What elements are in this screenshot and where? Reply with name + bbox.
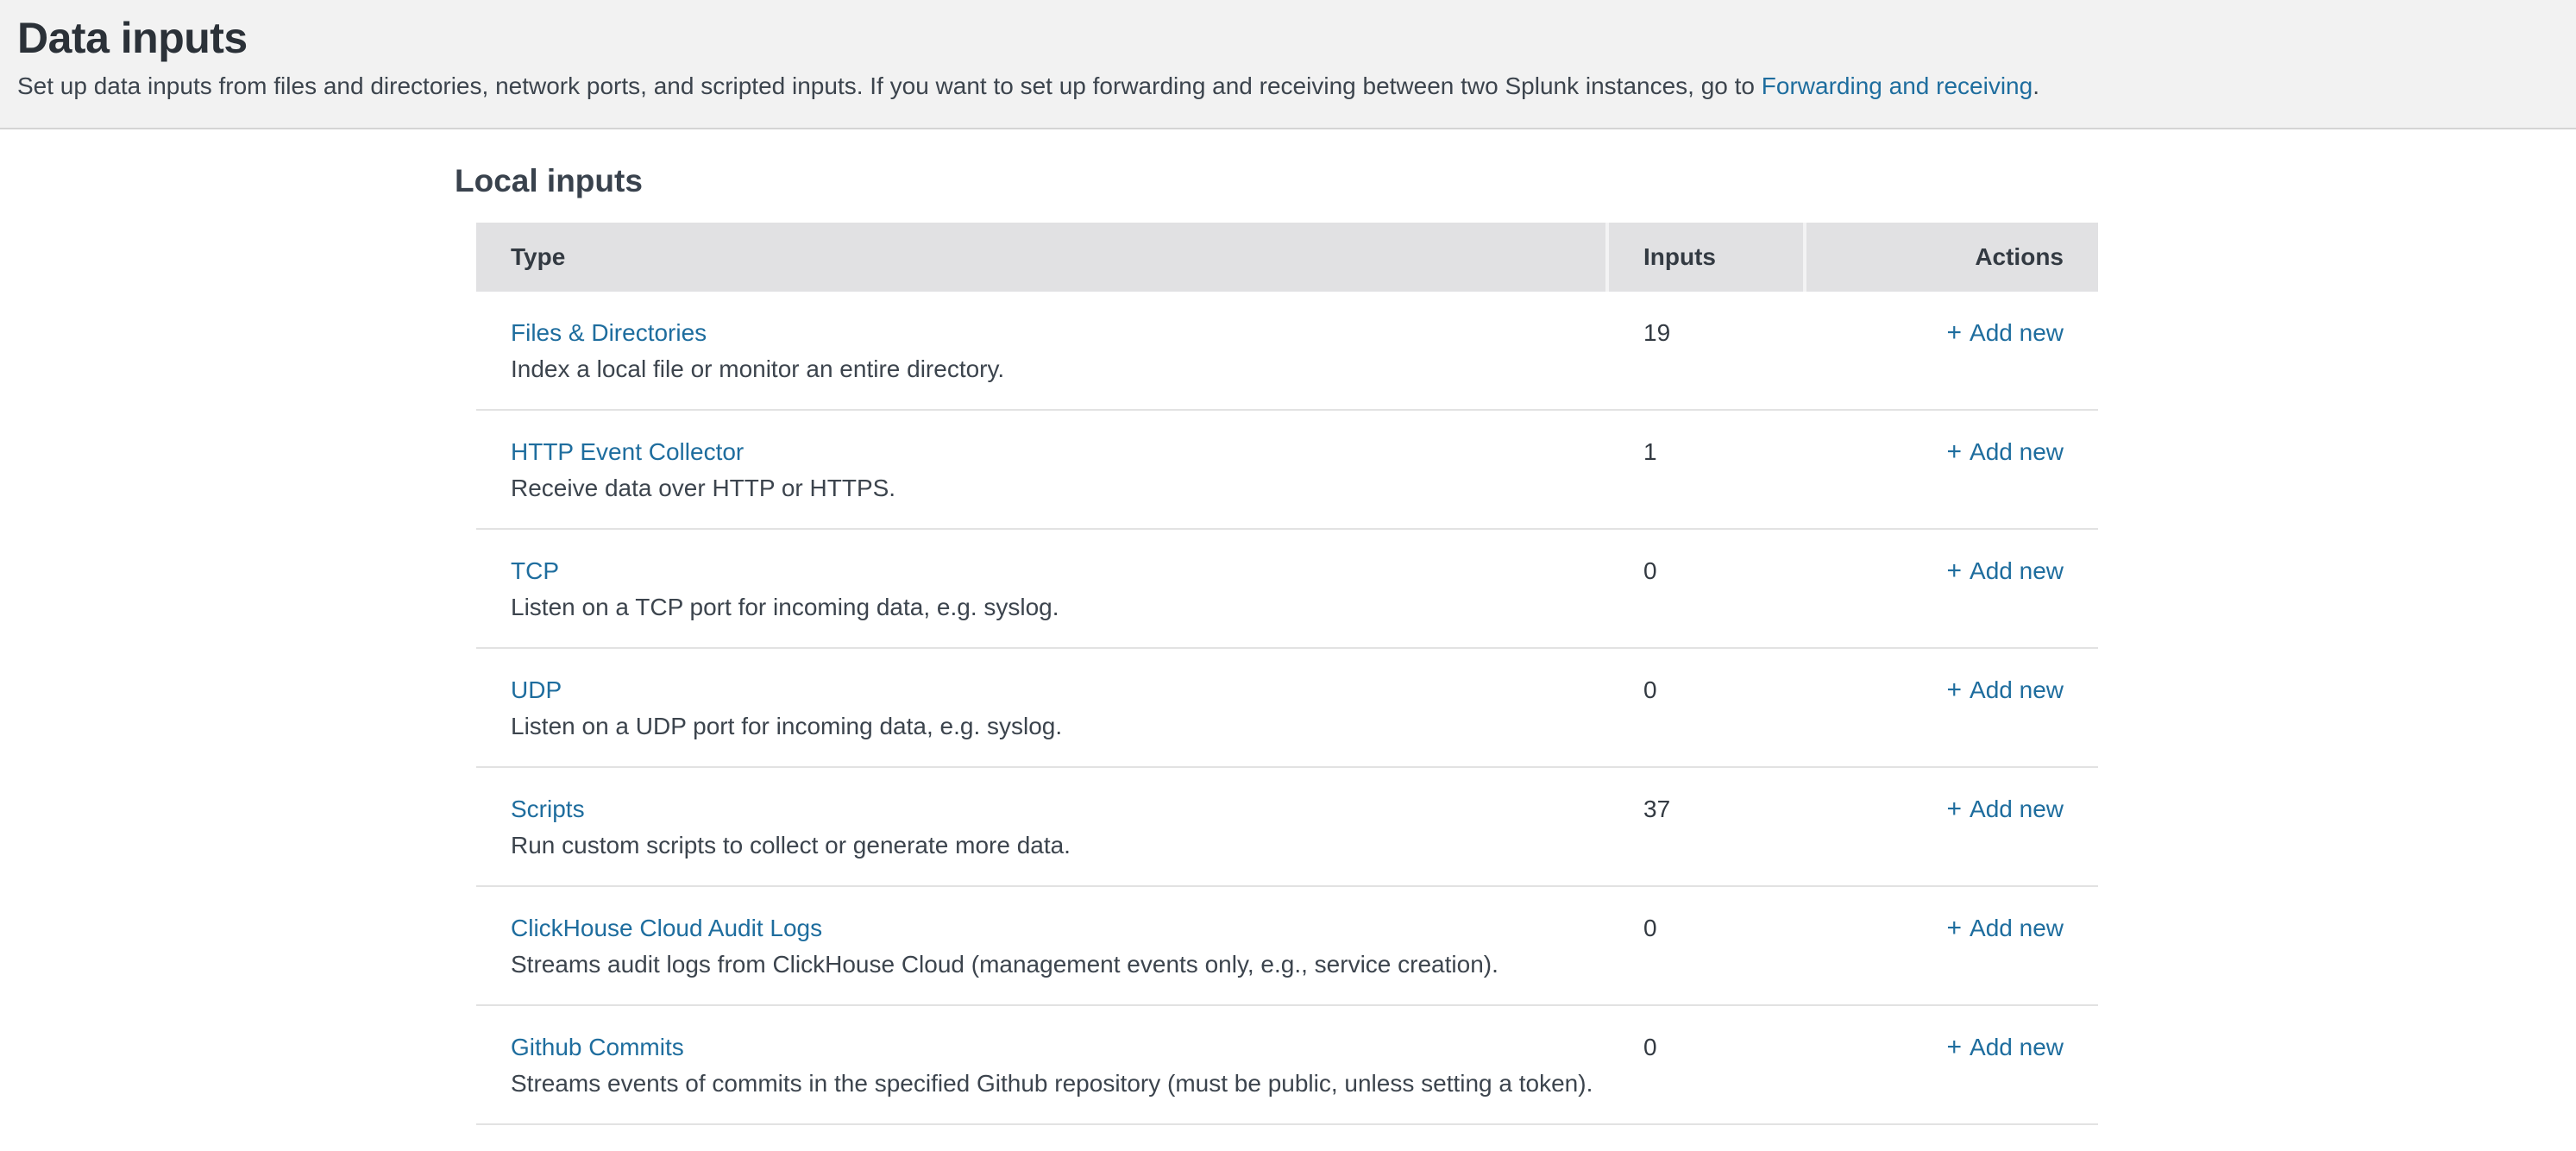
add-new-label: Add new — [1970, 915, 2064, 941]
table-row-partial — [476, 1125, 2098, 1151]
table-row: TCP Listen on a TCP port for incoming da… — [476, 530, 2098, 649]
inputs-count: 0 — [1643, 1034, 1657, 1060]
input-type-link[interactable]: ClickHouse Cloud Audit Logs — [511, 915, 822, 941]
type-cell: Github Commits Streams events of commits… — [476, 1033, 1609, 1098]
inputs-cell: 19 — [1609, 318, 1806, 384]
add-new-button[interactable]: + Add new — [1947, 319, 2064, 346]
forwarding-and-receiving-link[interactable]: Forwarding and receiving — [1762, 72, 2033, 99]
plus-icon: + — [1947, 318, 1963, 348]
add-new-button[interactable]: + Add new — [1947, 557, 2064, 584]
section-title: Local inputs — [455, 162, 2576, 200]
input-type-description: Run custom scripts to collect or generat… — [511, 831, 1609, 860]
add-new-button[interactable]: + Add new — [1947, 796, 2064, 822]
inputs-cell: 0 — [1609, 1033, 1806, 1098]
input-type-description: Listen on a UDP port for incoming data, … — [511, 712, 1609, 741]
input-type-description: Listen on a TCP port for incoming data, … — [511, 593, 1609, 622]
input-type-description: Index a local file or monitor an entire … — [511, 355, 1609, 384]
input-type-link[interactable]: Scripts — [511, 796, 585, 822]
actions-cell: + Add new — [1806, 795, 2098, 860]
page-subtitle-text: Set up data inputs from files and direct… — [17, 72, 1762, 99]
inputs-cell: 1 — [1609, 437, 1806, 503]
table-header-row: Type Inputs Actions — [476, 223, 2098, 292]
add-new-label: Add new — [1970, 1034, 2064, 1060]
table-row: Scripts Run custom scripts to collect or… — [476, 768, 2098, 887]
page-subtitle: Set up data inputs from files and direct… — [17, 71, 2541, 102]
plus-icon: + — [1947, 557, 1963, 586]
type-cell: Files & Directories Index a local file o… — [476, 318, 1609, 384]
add-new-button[interactable]: + Add new — [1947, 915, 2064, 941]
local-inputs-table: Type Inputs Actions Files & Directories … — [476, 223, 2098, 1151]
inputs-count: 1 — [1643, 438, 1657, 465]
page-title: Data inputs — [17, 12, 2541, 64]
plus-icon: + — [1947, 795, 1963, 824]
add-new-label: Add new — [1970, 796, 2064, 822]
add-new-label: Add new — [1970, 676, 2064, 703]
type-cell: ClickHouse Cloud Audit Logs Streams audi… — [476, 914, 1609, 979]
inputs-count: 0 — [1643, 676, 1657, 703]
inputs-count: 0 — [1643, 557, 1657, 584]
inputs-cell: 0 — [1609, 914, 1806, 979]
input-type-link[interactable]: TCP — [511, 557, 559, 584]
add-new-button[interactable]: + Add new — [1947, 676, 2064, 703]
input-type-link[interactable]: UDP — [511, 676, 562, 703]
actions-cell: + Add new — [1806, 557, 2098, 622]
actions-cell: + Add new — [1806, 318, 2098, 384]
inputs-count: 19 — [1643, 319, 1670, 346]
type-cell: TCP Listen on a TCP port for incoming da… — [476, 557, 1609, 622]
plus-icon: + — [1947, 676, 1963, 705]
inputs-cell: 0 — [1609, 676, 1806, 741]
input-type-description: Streams audit logs from ClickHouse Cloud… — [511, 950, 1609, 979]
add-new-label: Add new — [1970, 319, 2064, 346]
table-row: Files & Directories Index a local file o… — [476, 292, 2098, 411]
add-new-button[interactable]: + Add new — [1947, 1034, 2064, 1060]
column-header-inputs: Inputs — [1609, 223, 1806, 292]
add-new-label: Add new — [1970, 557, 2064, 584]
type-cell: HTTP Event Collector Receive data over H… — [476, 437, 1609, 503]
actions-cell: + Add new — [1806, 676, 2098, 741]
plus-icon: + — [1947, 1033, 1963, 1062]
type-cell: UDP Listen on a UDP port for incoming da… — [476, 676, 1609, 741]
input-type-description: Streams events of commits in the specifi… — [511, 1069, 1609, 1098]
plus-icon: + — [1947, 914, 1963, 943]
add-new-label: Add new — [1970, 438, 2064, 465]
column-header-type: Type — [476, 223, 1609, 292]
input-type-description: Receive data over HTTP or HTTPS. — [511, 474, 1609, 503]
actions-cell: + Add new — [1806, 1033, 2098, 1098]
table-row: ClickHouse Cloud Audit Logs Streams audi… — [476, 887, 2098, 1006]
actions-cell: + Add new — [1806, 437, 2098, 503]
inputs-cell: 37 — [1609, 795, 1806, 860]
table-row: Github Commits Streams events of commits… — [476, 1006, 2098, 1125]
inputs-count: 37 — [1643, 796, 1670, 822]
inputs-cell: 0 — [1609, 557, 1806, 622]
actions-cell: + Add new — [1806, 914, 2098, 979]
input-type-link[interactable]: HTTP Event Collector — [511, 438, 744, 465]
plus-icon: + — [1947, 437, 1963, 467]
input-type-link[interactable]: Files & Directories — [511, 319, 707, 346]
inputs-count: 0 — [1643, 915, 1657, 941]
input-type-link[interactable]: Github Commits — [511, 1034, 684, 1060]
page-header: Data inputs Set up data inputs from file… — [0, 0, 2576, 129]
table-row: UDP Listen on a UDP port for incoming da… — [476, 649, 2098, 768]
type-cell: Scripts Run custom scripts to collect or… — [476, 795, 1609, 860]
main-content: Local inputs Type Inputs Actions Files &… — [0, 129, 2576, 1151]
add-new-button[interactable]: + Add new — [1947, 438, 2064, 465]
page-subtitle-period: . — [2033, 72, 2039, 99]
table-row: HTTP Event Collector Receive data over H… — [476, 411, 2098, 530]
column-header-actions: Actions — [1806, 223, 2098, 292]
